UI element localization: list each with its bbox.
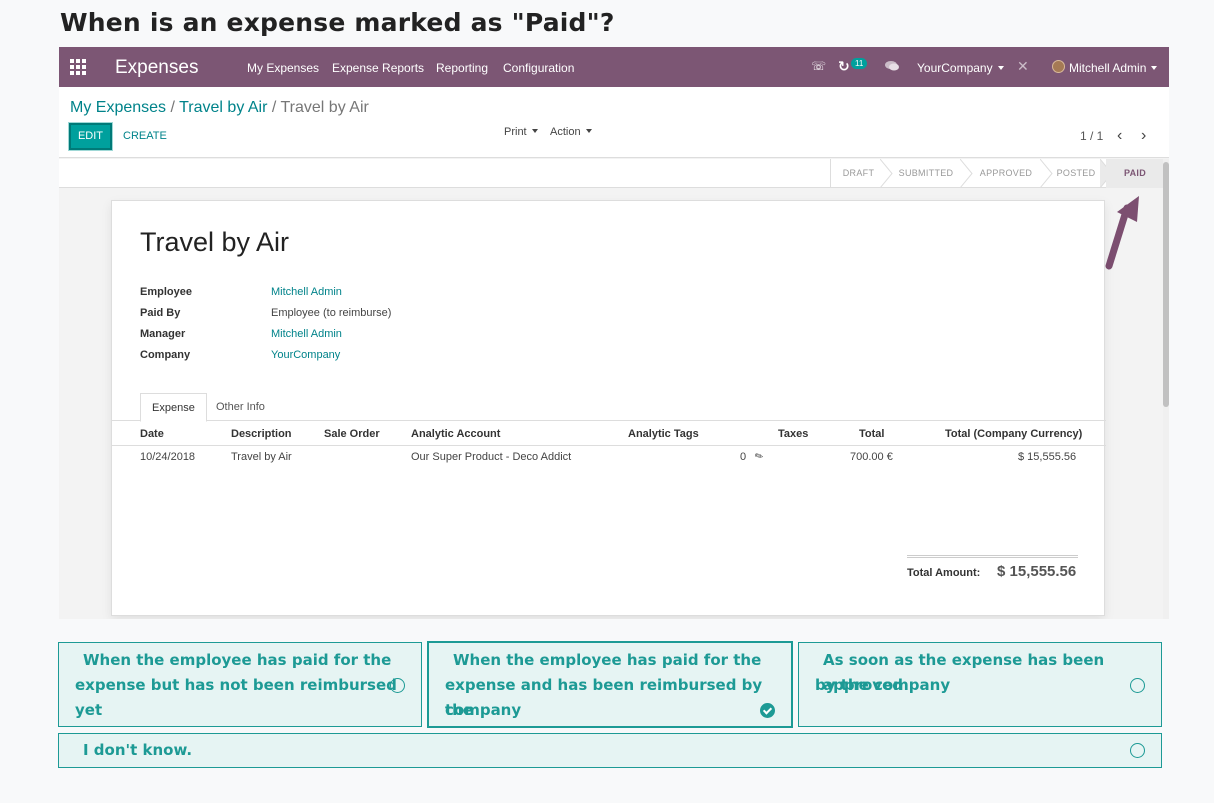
- column-taxes[interactable]: Taxes: [778, 428, 808, 440]
- total-amount-value: $ 15,555.56: [997, 563, 1077, 580]
- print-dropdown[interactable]: Print: [504, 126, 538, 138]
- pager-value[interactable]: 1 / 1: [1080, 129, 1103, 143]
- menu-configuration[interactable]: Configuration: [503, 61, 574, 75]
- expense-title: Travel by Air: [140, 227, 290, 257]
- answer-option-1[interactable]: When the employee has paid for the expen…: [58, 642, 422, 727]
- answer-1-radio[interactable]: [390, 678, 405, 693]
- breadcrumb-current: Travel by Air: [280, 99, 369, 116]
- row-total-company[interactable]: $ 15,555.56: [1018, 451, 1076, 463]
- menu-expense-reports[interactable]: Expense Reports: [332, 61, 424, 75]
- answer-1-line-1: When the employee has paid for the: [83, 651, 392, 669]
- action-label: Action: [550, 126, 581, 138]
- status-bar: DRAFT SUBMITTED APPROVED POSTED PAID: [59, 159, 1164, 188]
- menu-my-expenses[interactable]: My Expenses: [247, 61, 319, 75]
- app-title[interactable]: Expenses: [115, 57, 198, 79]
- question-title: When is an expense marked as "Paid"?: [60, 8, 615, 37]
- breadcrumb-separator: /: [271, 99, 277, 116]
- paperclip-icon[interactable]: ✎: [753, 449, 767, 464]
- field-paid-by: Employee (to reimburse): [271, 307, 392, 319]
- total-amount-label: Total Amount:: [907, 567, 981, 579]
- stage-paid[interactable]: PAID: [1106, 159, 1164, 188]
- column-total-company-currency[interactable]: Total (Company Currency): [945, 428, 1082, 440]
- odoo-screenshot: Expenses My Expenses Expense Reports Rep…: [59, 47, 1169, 619]
- answer-3-line-2: by the company: [815, 676, 951, 694]
- column-total[interactable]: Total: [859, 428, 884, 440]
- column-sale-order[interactable]: Sale Order: [324, 428, 380, 440]
- pager-next-icon[interactable]: ›: [1141, 127, 1146, 145]
- column-description[interactable]: Description: [231, 428, 292, 440]
- menu-reporting[interactable]: Reporting: [436, 61, 488, 75]
- row-date[interactable]: 10/24/2018: [140, 451, 195, 463]
- answer-4-radio[interactable]: [1130, 743, 1145, 758]
- answer-option-4[interactable]: I don't know.: [58, 733, 1162, 768]
- row-analytic-account[interactable]: Our Super Product - Deco Addict: [411, 451, 571, 463]
- form-sheet: Travel by Air Employee Mitchell Admin Pa…: [111, 200, 1106, 616]
- answer-option-3[interactable]: As soon as the expense has been approved…: [798, 642, 1162, 727]
- notebook-tabs: Expense Other Info: [112, 393, 1106, 422]
- table-divider: [112, 445, 1106, 446]
- user-name: Mitchell Admin: [1069, 61, 1147, 75]
- answer-option-2[interactable]: When the employee has paid for the expen…: [427, 641, 793, 728]
- column-analytic-tags[interactable]: Analytic Tags: [628, 428, 699, 440]
- debug-icon[interactable]: ✕: [1017, 58, 1029, 75]
- breadcrumb-separator: /: [170, 99, 175, 116]
- pointer-arrow-icon: [1105, 196, 1139, 270]
- breadcrumb-my-expenses[interactable]: My Expenses: [70, 99, 166, 116]
- breadcrumb: My Expenses / Travel by Air / Travel by …: [70, 99, 369, 117]
- answer-1-line-2: expense but has not been reimbursed yet: [75, 676, 397, 719]
- action-dropdown[interactable]: Action: [550, 126, 592, 138]
- row-description[interactable]: Travel by Air: [231, 451, 292, 463]
- total-divider: [907, 555, 1078, 558]
- company-switcher[interactable]: YourCompany: [917, 61, 1004, 75]
- field-company[interactable]: YourCompany: [271, 349, 340, 361]
- activity-count-badge: 11: [851, 58, 868, 69]
- field-label-paid-by: Paid By: [140, 307, 181, 319]
- field-label-employee: Employee: [140, 286, 192, 298]
- activity-icon[interactable]: ↻: [838, 58, 850, 75]
- phone-icon[interactable]: ☏: [811, 59, 826, 73]
- chat-icon[interactable]: [885, 60, 899, 75]
- answer-2-line-1: When the employee has paid for the: [453, 651, 762, 669]
- field-employee[interactable]: Mitchell Admin: [271, 286, 342, 298]
- avatar: [1052, 60, 1065, 73]
- company-name: YourCompany: [917, 61, 993, 75]
- field-label-manager: Manager: [140, 328, 186, 340]
- stage-approved[interactable]: APPROVED: [966, 159, 1053, 188]
- answer-3-radio[interactable]: [1130, 678, 1145, 693]
- row-total[interactable]: 700.00 €: [850, 451, 893, 463]
- answer-4-line-1: I don't know.: [83, 741, 193, 759]
- top-navbar: Expenses My Expenses Expense Reports Rep…: [59, 47, 1169, 87]
- field-label-company: Company: [140, 349, 191, 361]
- stage-draft[interactable]: DRAFT: [830, 159, 893, 188]
- create-button[interactable]: CREATE: [123, 130, 167, 142]
- edit-button[interactable]: EDIT: [69, 123, 112, 150]
- user-menu[interactable]: Mitchell Admin: [1069, 61, 1158, 75]
- control-panel: My Expenses / Travel by Air / Travel by …: [59, 87, 1169, 158]
- answer-2-check-icon[interactable]: [760, 703, 775, 718]
- breadcrumb-report[interactable]: Travel by Air: [179, 99, 267, 116]
- tab-other-info[interactable]: Other Info: [205, 393, 276, 422]
- print-label: Print: [504, 126, 527, 138]
- field-manager[interactable]: Mitchell Admin: [271, 328, 342, 340]
- stage-submitted[interactable]: SUBMITTED: [886, 159, 973, 188]
- stage-posted[interactable]: POSTED: [1046, 159, 1113, 188]
- tab-expense[interactable]: Expense: [140, 393, 207, 422]
- apps-grid-icon[interactable]: [70, 59, 86, 75]
- scrollbar[interactable]: [1163, 159, 1169, 619]
- column-date[interactable]: Date: [140, 428, 164, 440]
- row-attachment-count: 0: [740, 451, 747, 463]
- column-analytic-account[interactable]: Analytic Account: [411, 428, 500, 440]
- answer-2-line-3: company: [445, 701, 522, 719]
- pager-previous-icon[interactable]: ‹: [1117, 127, 1122, 145]
